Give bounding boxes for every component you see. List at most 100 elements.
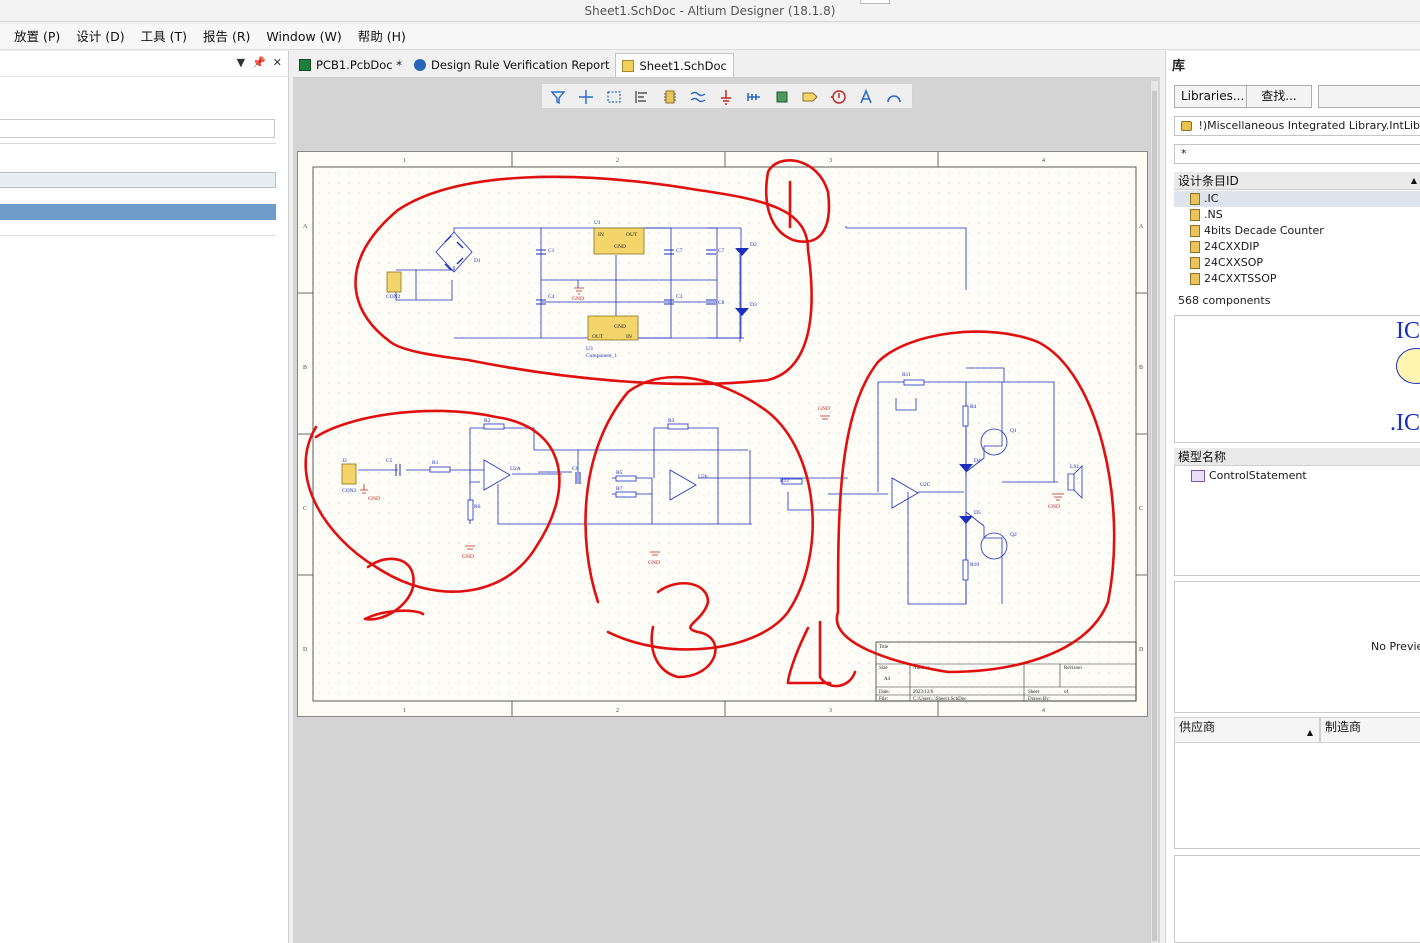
place-button[interactable] xyxy=(1318,85,1420,108)
col-label: 1 xyxy=(403,158,406,164)
col-label: 3 xyxy=(829,708,832,714)
designator: R10 xyxy=(970,562,979,568)
preview-symbol-text: IC xyxy=(1396,318,1420,344)
column-header: 设计条目ID xyxy=(1178,174,1239,188)
component-list: .IC .NS 4bits Decade Counter 24CXXDIP 24… xyxy=(1174,191,1420,291)
library-panel: 库 Libraries... 查找... !)Miscellaneous Int… xyxy=(1165,51,1420,943)
menu-bar: 放置 (P) 设计 (D) 工具 (T) 报告 (R) Window (W) 帮… xyxy=(0,24,1420,50)
power-port-icon[interactable] xyxy=(718,89,734,105)
title-block-label: Drawn By: xyxy=(1028,697,1050,702)
list-item[interactable]: 4bits Decade Counter xyxy=(1174,223,1420,239)
net-label: GND xyxy=(368,496,380,502)
supplier-column-header[interactable]: 供应商 ▲ xyxy=(1174,717,1320,743)
component-name: .NS xyxy=(1204,208,1223,221)
pin-label: GND xyxy=(614,324,626,330)
designator: R11 xyxy=(902,372,911,378)
designator: Q2 xyxy=(1010,532,1017,538)
col-label: 1 xyxy=(403,708,406,714)
panel-title: 库 xyxy=(1172,59,1186,74)
designator: R5 xyxy=(616,470,623,476)
schematic-sheet[interactable]: 1 2 3 4 1 2 3 4 A B C D A B C D U1 IN OU… xyxy=(297,151,1148,717)
col-label: 4 xyxy=(1042,708,1045,714)
tab-label: Sheet1.SchDoc xyxy=(639,58,727,73)
menu-place[interactable]: 放置 (P) xyxy=(6,25,68,49)
title-block-label: of xyxy=(1064,690,1069,695)
scrollbar-thumb[interactable] xyxy=(1152,91,1157,941)
component-list-header[interactable]: 设计条目ID ▲ xyxy=(1174,172,1420,190)
list-item[interactable]: ControlStatement xyxy=(1175,468,1420,484)
component-icon xyxy=(1190,193,1200,205)
menu-tools[interactable]: 工具 (T) xyxy=(133,25,195,49)
text-icon[interactable] xyxy=(858,89,874,105)
align-icon[interactable] xyxy=(634,89,650,105)
title-block-label: Date: xyxy=(879,690,890,695)
sheet-symbol-icon[interactable] xyxy=(774,89,790,105)
designator: C5 xyxy=(386,458,393,464)
filter-input[interactable]: * xyxy=(1174,144,1420,164)
select-area-icon[interactable] xyxy=(606,89,622,105)
menu-reports[interactable]: 报告 (R) xyxy=(195,25,258,49)
component-icon xyxy=(1190,225,1200,237)
component-name: .IC xyxy=(1204,192,1219,205)
net-label: GND xyxy=(462,554,474,560)
project-tree-item[interactable] xyxy=(0,172,276,188)
panel-menu-icon[interactable]: ▼ xyxy=(237,56,245,69)
port-icon[interactable] xyxy=(802,89,818,105)
library-dropdown[interactable]: !)Miscellaneous Integrated Library.IntLi… xyxy=(1174,116,1420,136)
list-item[interactable]: .NS xyxy=(1174,207,1420,223)
col-label: 4 xyxy=(1042,158,1045,164)
bus-icon[interactable] xyxy=(746,89,762,105)
panel-search-input[interactable] xyxy=(0,119,275,138)
pcb-doc-icon xyxy=(299,59,311,71)
search-button[interactable]: 查找... xyxy=(1246,85,1312,108)
component-name: 24CXXTSSOP xyxy=(1204,272,1277,285)
close-icon[interactable]: ✕ xyxy=(273,56,282,69)
title-block-label: Revision xyxy=(1064,666,1082,671)
manufacturer-column-header[interactable]: 制造商 xyxy=(1320,717,1420,743)
designator: U2A xyxy=(510,466,521,472)
component-count: 568 components xyxy=(1178,294,1271,307)
tab-sheet1[interactable]: Sheet1.SchDoc xyxy=(615,53,734,77)
row-label: B xyxy=(303,365,307,371)
menu-design[interactable]: 设计 (D) xyxy=(68,25,132,49)
supplier-details xyxy=(1174,855,1420,943)
row-label: C xyxy=(1139,506,1143,512)
row-label: A xyxy=(303,224,308,230)
list-item[interactable]: 24CXXDIP xyxy=(1174,239,1420,255)
title-search-box[interactable] xyxy=(860,0,890,4)
designator: CON2 xyxy=(386,294,401,300)
list-item[interactable]: 24CXXTSSOP xyxy=(1174,271,1420,287)
menu-window[interactable]: Window (W) xyxy=(258,25,349,49)
move-icon[interactable] xyxy=(578,89,594,105)
net-label: GND xyxy=(818,406,830,412)
libraries-button[interactable]: Libraries... xyxy=(1174,85,1252,108)
projects-panel: ▼ 📌 ✕ xyxy=(0,51,289,943)
designator: D5 xyxy=(974,510,981,516)
preview-symbol-text: .IC xyxy=(1390,410,1420,436)
designator: CON2 xyxy=(342,488,357,494)
component-icon xyxy=(1190,257,1200,269)
designator: D1 xyxy=(474,258,481,264)
place-part-icon[interactable] xyxy=(662,89,678,105)
project-tree-item-selected[interactable] xyxy=(0,204,276,220)
connector-con2[interactable] xyxy=(386,271,402,293)
connector-j2[interactable] xyxy=(341,463,357,485)
pin-label: OUT xyxy=(592,334,604,340)
tab-pcb1[interactable]: PCB1.PcbDoc * xyxy=(293,53,408,77)
divider xyxy=(0,143,276,144)
window-title-bar: Sheet1.SchDoc - Altium Designer (18.1.8) xyxy=(0,0,1420,22)
comment: Component_1 xyxy=(586,353,617,359)
pin-icon[interactable]: 📌 xyxy=(252,56,266,69)
list-item[interactable]: 24CXXSOP xyxy=(1174,255,1420,271)
designator: C3 xyxy=(676,294,683,300)
filter-icon[interactable] xyxy=(550,89,566,105)
directive-icon[interactable] xyxy=(830,89,846,105)
tab-drc-report[interactable]: Design Rule Verification Report xyxy=(408,53,615,77)
list-item[interactable]: .IC xyxy=(1174,191,1420,207)
vertical-scrollbar[interactable] xyxy=(1150,81,1158,943)
menu-help[interactable]: 帮助 (H) xyxy=(350,25,414,49)
model-list-header[interactable]: 模型名称 xyxy=(1174,448,1420,466)
arc-icon[interactable] xyxy=(886,89,902,105)
model-icon xyxy=(1191,470,1205,482)
wire-icon[interactable] xyxy=(690,89,706,105)
